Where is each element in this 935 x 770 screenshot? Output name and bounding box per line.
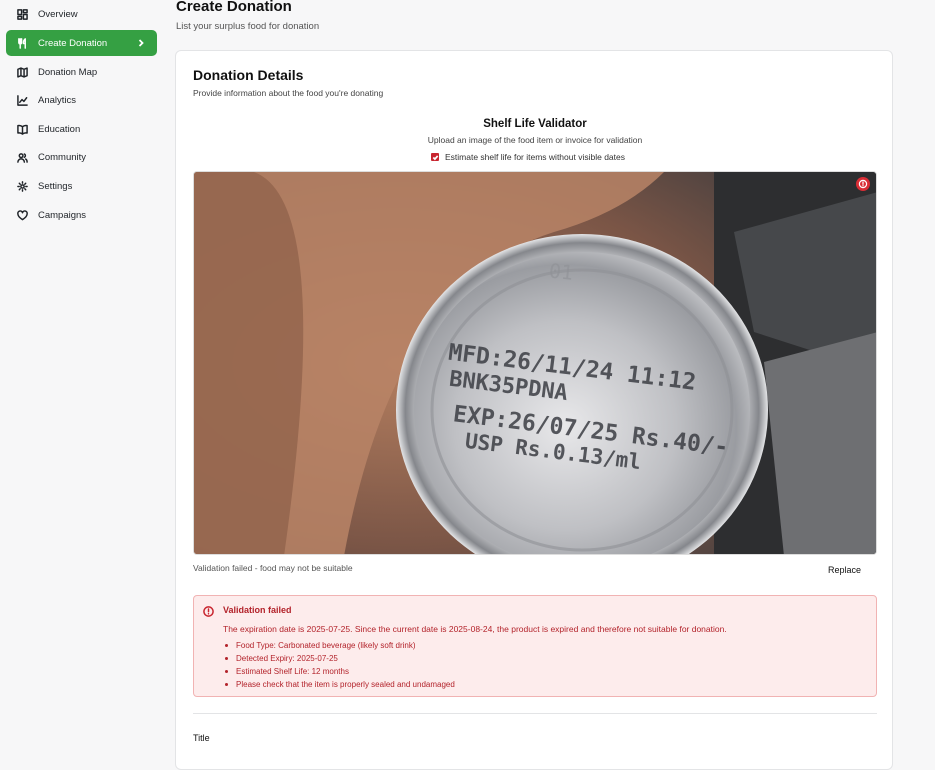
validator-subtitle: Upload an image of the food item or invo…: [427, 135, 643, 145]
validator-title: Shelf Life Validator: [483, 118, 587, 130]
sidebar-item-create-donation[interactable]: Create Donation: [6, 30, 157, 56]
sidebar-item-donation-map[interactable]: Donation Map: [6, 59, 157, 85]
map-icon: [17, 66, 28, 78]
sidebar-item-education[interactable]: Education: [6, 116, 157, 142]
divider: [193, 713, 877, 714]
sidebar-item-label: Community: [38, 151, 87, 163]
dashboard-icon: [17, 8, 28, 20]
sidebar-item-label: Overview: [38, 8, 78, 20]
sidebar-item-overview[interactable]: Overview: [6, 1, 157, 27]
alert-circle-icon: [203, 604, 214, 617]
alert-title: Validation failed: [223, 605, 292, 615]
error-badge-icon: [856, 177, 870, 191]
can-photo-illustration: 01 MFD:26/11/24 11:12 BNK35PDNA EXP:26/0…: [194, 172, 876, 554]
sidebar-item-label: Settings: [38, 180, 73, 192]
list-item: Please check that the item is properly s…: [223, 678, 455, 691]
validation-status-text: Validation failed - food may not be suit…: [193, 563, 353, 573]
list-item: Estimated Shelf Life: 12 months: [223, 665, 455, 678]
alert-message: The expiration date is 2025-07-25. Since…: [223, 624, 727, 634]
card-subtitle: Provide information about the food you'r…: [193, 88, 384, 98]
gear-icon: [17, 180, 28, 192]
heart-icon: [17, 209, 28, 221]
chevron-right-icon: [136, 38, 146, 48]
list-item: Detected Expiry: 2025-07-25: [223, 652, 455, 665]
sidebar-item-campaigns[interactable]: Campaigns: [6, 202, 157, 228]
page-subtitle: List your surplus food for donation: [176, 21, 320, 32]
sidebar-item-settings[interactable]: Settings: [6, 173, 157, 199]
validation-error-alert: Validation failed The expiration date is…: [193, 595, 877, 697]
utensils-icon: [17, 37, 28, 49]
alert-details-list: Food Type: Carbonated beverage (likely s…: [223, 639, 455, 691]
svg-text:01: 01: [548, 258, 574, 284]
uploaded-food-image: 01 MFD:26/11/24 11:12 BNK35PDNA EXP:26/0…: [193, 171, 877, 555]
checkbox-checked-icon[interactable]: [431, 153, 439, 161]
list-item: Food Type: Carbonated beverage (likely s…: [223, 639, 455, 652]
sidebar-item-analytics[interactable]: Analytics: [6, 87, 157, 113]
page-title: Create Donation: [176, 0, 292, 15]
card-title: Donation Details: [193, 67, 304, 83]
estimate-shelf-life-checkbox[interactable]: Estimate shelf life for items without vi…: [431, 152, 625, 162]
line-chart-icon: [17, 94, 28, 106]
sidebar: Overview Create Donation Donation Map An…: [0, 0, 163, 747]
users-icon: [17, 152, 28, 163]
sidebar-item-label: Analytics: [38, 94, 77, 106]
checkbox-label: Estimate shelf life for items without vi…: [445, 152, 625, 162]
sidebar-item-label: Donation Map: [38, 66, 98, 78]
replace-image-button[interactable]: Replace: [828, 565, 861, 575]
sidebar-item-label: Campaigns: [38, 209, 87, 221]
title-field-label: Title: [193, 733, 210, 743]
book-icon: [17, 124, 28, 135]
sidebar-item-community[interactable]: Community: [6, 144, 157, 170]
sidebar-item-label: Education: [38, 123, 81, 135]
donation-details-card: Donation Details Provide information abo…: [175, 50, 893, 770]
sidebar-item-label: Create Donation: [38, 37, 108, 49]
